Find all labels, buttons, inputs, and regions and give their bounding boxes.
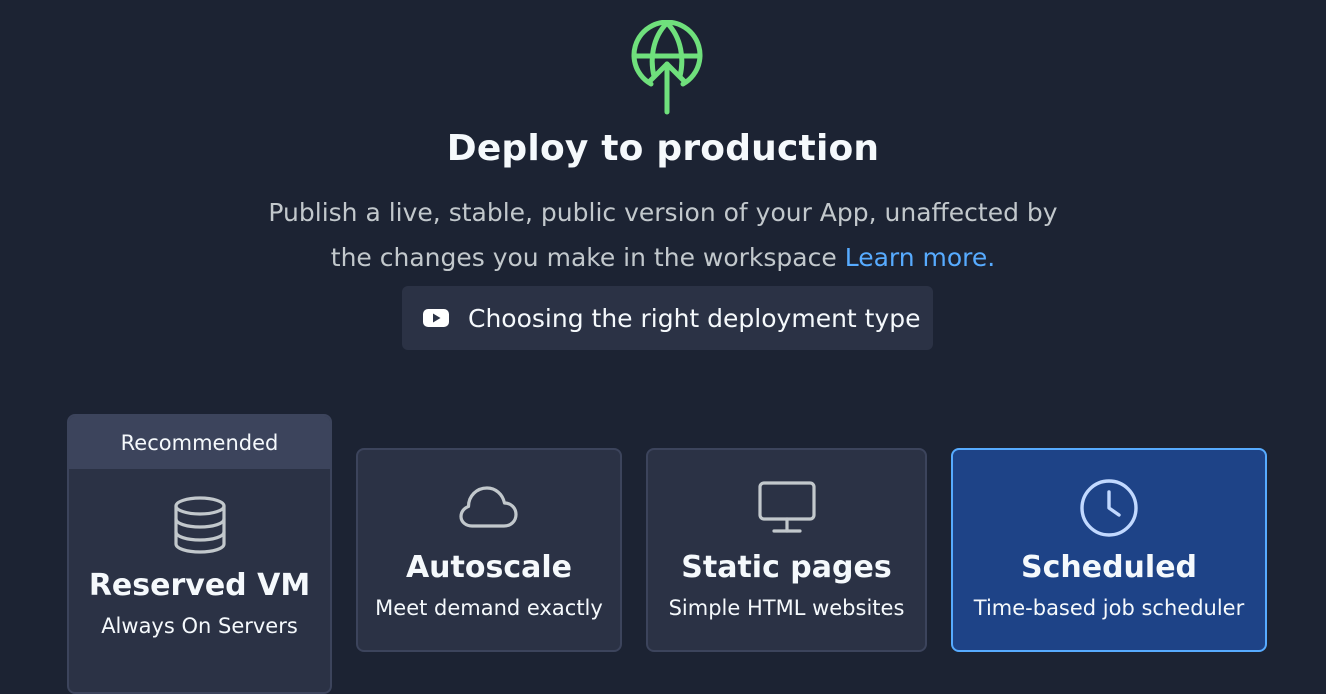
youtube-icon <box>422 307 450 329</box>
card-subtitle: Meet demand exactly <box>375 596 603 620</box>
globe-upload-icon <box>630 19 704 116</box>
monitor-icon <box>757 480 817 538</box>
card-title: Reserved VM <box>88 568 311 603</box>
page-title: Deploy to production <box>446 128 880 169</box>
card-subtitle: Simple HTML websites <box>668 596 905 620</box>
page-description: Publish a live, stable, public version o… <box>240 190 1086 280</box>
learn-more-link[interactable]: Learn more. <box>845 243 996 272</box>
card-subtitle: Time-based job scheduler <box>973 596 1245 620</box>
clock-icon <box>1079 478 1139 542</box>
description-line-2: the changes you make in the workspace Le… <box>240 235 1086 280</box>
card-title: Autoscale <box>405 550 573 585</box>
deployment-card-scheduled[interactable]: Scheduled Time-based job scheduler <box>951 448 1267 652</box>
deployment-type-video-button[interactable]: Choosing the right deployment type <box>402 286 933 350</box>
description-line-2-text: the changes you make in the workspace <box>330 243 837 272</box>
deployment-card-autoscale[interactable]: Autoscale Meet demand exactly <box>356 448 622 652</box>
deployment-card-reserved-vm[interactable]: Recommended Reserved VM Always On Server… <box>67 414 332 694</box>
video-button-label: Choosing the right deployment type <box>468 303 921 333</box>
cloud-icon <box>458 484 520 534</box>
database-icon <box>172 496 228 558</box>
card-subtitle: Always On Servers <box>101 614 298 638</box>
card-title: Static pages <box>681 550 892 585</box>
deployment-card-static-pages[interactable]: Static pages Simple HTML websites <box>646 448 927 652</box>
description-line-1: Publish a live, stable, public version o… <box>268 198 1058 227</box>
card-title: Scheduled <box>1020 550 1198 585</box>
recommended-badge: Recommended <box>69 416 330 469</box>
